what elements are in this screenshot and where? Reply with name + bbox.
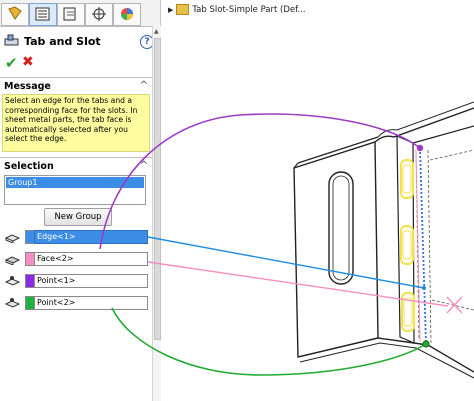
point2-marker[interactable]: [422, 340, 430, 348]
part-edge: [412, 125, 474, 144]
selected-edge[interactable]: [419, 147, 427, 345]
part-bend: [374, 107, 474, 143]
hidden-line: [429, 149, 474, 161]
selected-face-edge: [415, 149, 421, 343]
part-edge: [377, 101, 474, 138]
edge-leader: [147, 236, 425, 289]
hidden-line: [427, 149, 432, 346]
point2-leader: [111, 307, 427, 376]
face-marker-icon: [446, 296, 463, 314]
point1-marker[interactable]: [416, 144, 424, 152]
graphics-area[interactable]: [0, 0, 474, 401]
edge-marker: [422, 286, 426, 290]
